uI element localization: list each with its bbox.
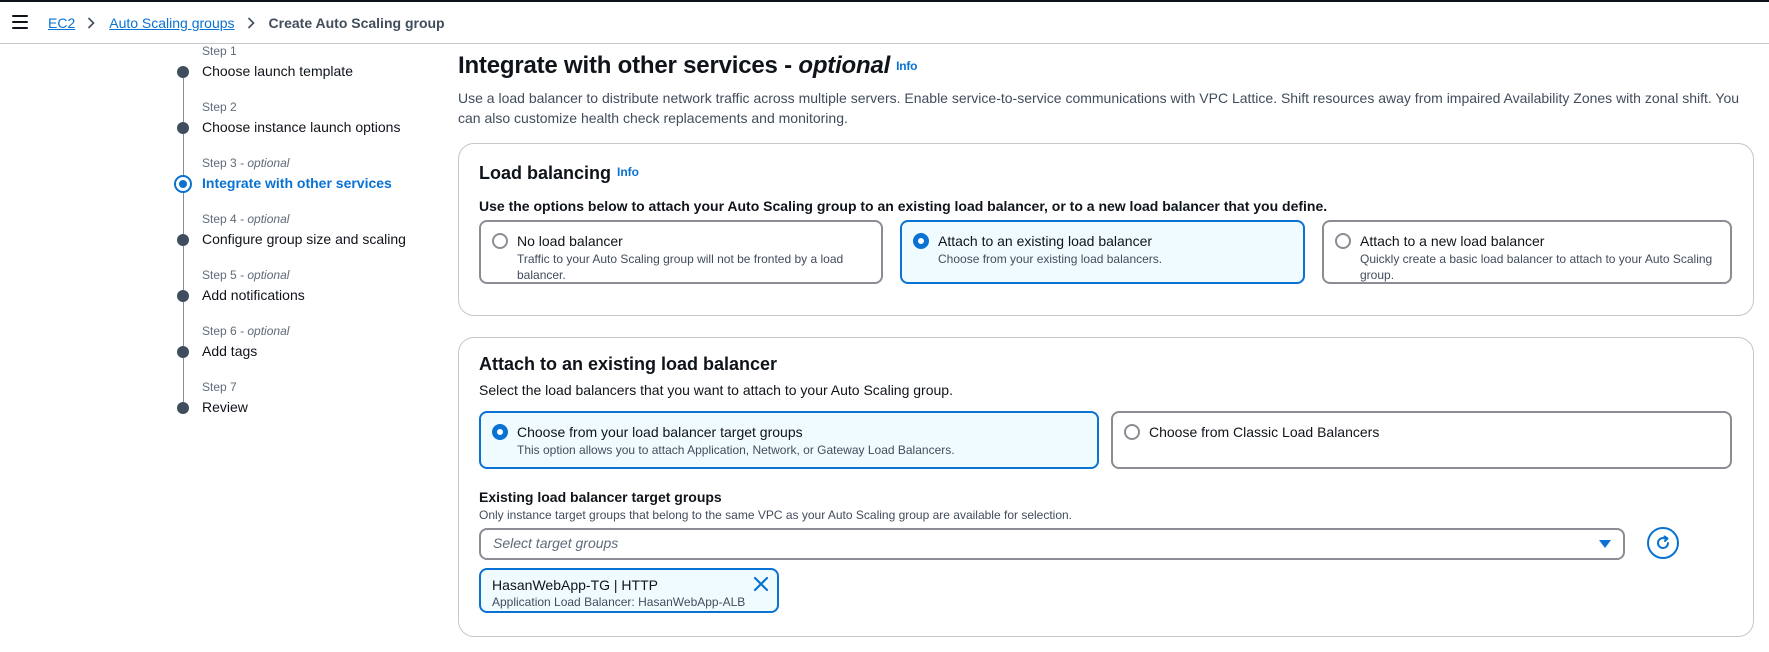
step-dot-icon <box>177 402 189 414</box>
existing-lb-title: Attach to an existing load balancer <box>479 354 778 374</box>
option-label: Choose from your load balancer target gr… <box>517 424 803 440</box>
load-balancing-card: Load balancing Info Use the options below… <box>458 143 1754 316</box>
radio-selected-icon[interactable] <box>492 424 508 440</box>
step-optional: - optional <box>236 324 290 338</box>
breadcrumb-current: Create Auto Scaling group <box>268 15 445 31</box>
option-no-load-balancer[interactable]: No load balancer Traffic to your Auto Sc… <box>479 220 883 284</box>
option-description: Traffic to your Auto Scaling group will … <box>517 252 844 282</box>
step-optional: - optional <box>236 212 290 226</box>
step-title: Choose launch template <box>202 63 353 79</box>
step-5[interactable]: Step 5 - optional Add notifications <box>171 268 441 324</box>
remove-token-close-icon[interactable] <box>753 576 769 592</box>
option-label: Attach to a new load balancer <box>1360 233 1545 249</box>
step-title: Add notifications <box>202 287 305 303</box>
step-7[interactable]: Step 7 Review <box>171 380 441 436</box>
step-number: Step 2 <box>202 100 237 114</box>
page-title: Integrate with other services - optional… <box>458 50 1754 82</box>
step-number: Step 4 <box>202 212 237 226</box>
breadcrumb-ec2[interactable]: EC2 <box>48 15 75 31</box>
option-label: No load balancer <box>517 233 623 249</box>
step-1[interactable]: Step 1 Choose launch template <box>171 44 441 100</box>
option-description: Choose from your existing load balancers… <box>938 252 1163 266</box>
step-number: Step 5 <box>202 268 237 282</box>
target-groups-description: Only instance target groups that belong … <box>479 508 1073 522</box>
selected-target-group-token: HasanWebApp-TG | HTTP Application Load B… <box>479 568 779 613</box>
radio-icon[interactable] <box>1124 424 1140 440</box>
load-balancing-instruction: Use the options below to attach your Aut… <box>479 198 1328 214</box>
radio-selected-icon[interactable] <box>913 233 929 249</box>
option-label: Choose from Classic Load Balancers <box>1149 424 1380 440</box>
radio-icon[interactable] <box>492 233 508 249</box>
step-dot-icon <box>177 290 189 302</box>
radio-icon[interactable] <box>1335 233 1351 249</box>
step-6[interactable]: Step 6 - optional Add tags <box>171 324 441 380</box>
chevron-right-icon <box>247 16 257 30</box>
step-dot-icon <box>177 66 189 78</box>
breadcrumb-auto-scaling-groups[interactable]: Auto Scaling groups <box>109 15 234 31</box>
step-title: Add tags <box>202 343 258 359</box>
load-balancing-title-text: Load balancing <box>479 163 612 183</box>
step-current-icon <box>174 175 192 193</box>
step-number: Step 3 <box>202 156 237 170</box>
existing-lb-subtitle: Select the load balancers that you want … <box>479 382 953 398</box>
load-balancing-info-link[interactable]: Info <box>617 165 639 179</box>
wizard-steps: Step 1 Choose launch template Step 2 Cho… <box>171 44 441 436</box>
target-groups-select[interactable]: Select target groups <box>479 528 1625 560</box>
step-title: Configure group size and scaling <box>202 231 406 247</box>
step-3[interactable]: Step 3 - optional Integrate with other s… <box>171 156 441 212</box>
page-title-optional: optional <box>798 52 891 79</box>
step-number: Step 1 <box>202 44 237 58</box>
page-title-text: Integrate with other services - <box>458 52 799 79</box>
step-dot-icon <box>177 234 189 246</box>
select-placeholder: Select target groups <box>493 535 619 551</box>
step-dot-icon <box>177 122 189 134</box>
option-classic-load-balancers[interactable]: Choose from Classic Load Balancers <box>1111 411 1732 469</box>
refresh-button[interactable] <box>1647 527 1679 559</box>
page-header: Integrate with other services - optional… <box>458 50 1754 128</box>
chevron-right-icon <box>87 16 97 30</box>
step-optional: - optional <box>236 268 290 282</box>
hamburger-menu-icon[interactable] <box>12 15 28 29</box>
option-attach-existing-load-balancer[interactable]: Attach to an existing load balancer Choo… <box>900 220 1305 284</box>
page-info-link[interactable]: Info <box>896 59 917 73</box>
option-description: This option allows you to attach Applica… <box>517 443 955 457</box>
caret-down-icon <box>1599 540 1611 548</box>
target-groups-label: Existing load balancer target groups <box>479 489 722 505</box>
step-number: Step 6 <box>202 324 237 338</box>
page-description: Use a load balancer to distribute networ… <box>458 90 1740 126</box>
option-label: Attach to an existing load balancer <box>938 233 1153 249</box>
option-target-groups[interactable]: Choose from your load balancer target gr… <box>479 411 1099 469</box>
load-balancing-title: Load balancing Info <box>479 160 639 185</box>
token-title: HasanWebApp-TG | HTTP <box>492 577 658 593</box>
step-2[interactable]: Step 2 Choose instance launch options <box>171 100 441 156</box>
step-title: Review <box>202 399 248 415</box>
option-description: Quickly create a basic load balancer to … <box>1360 252 1713 282</box>
step-title: Choose instance launch options <box>202 119 401 135</box>
existing-load-balancer-card: Attach to an existing load balancer Sele… <box>458 337 1754 637</box>
step-title: Integrate with other services <box>202 175 392 191</box>
step-4[interactable]: Step 4 - optional Configure group size a… <box>171 212 441 268</box>
breadcrumb-bar: EC2 Auto Scaling groups Create Auto Scal… <box>0 2 1769 44</box>
step-optional: - optional <box>236 156 290 170</box>
step-number: Step 7 <box>202 380 237 394</box>
breadcrumb: EC2 Auto Scaling groups Create Auto Scal… <box>48 15 445 31</box>
refresh-icon <box>1657 535 1670 549</box>
option-attach-new-load-balancer[interactable]: Attach to a new load balancer Quickly cr… <box>1322 220 1732 284</box>
token-subtitle: Application Load Balancer: HasanWebApp-A… <box>492 595 746 609</box>
step-dot-icon <box>177 346 189 358</box>
